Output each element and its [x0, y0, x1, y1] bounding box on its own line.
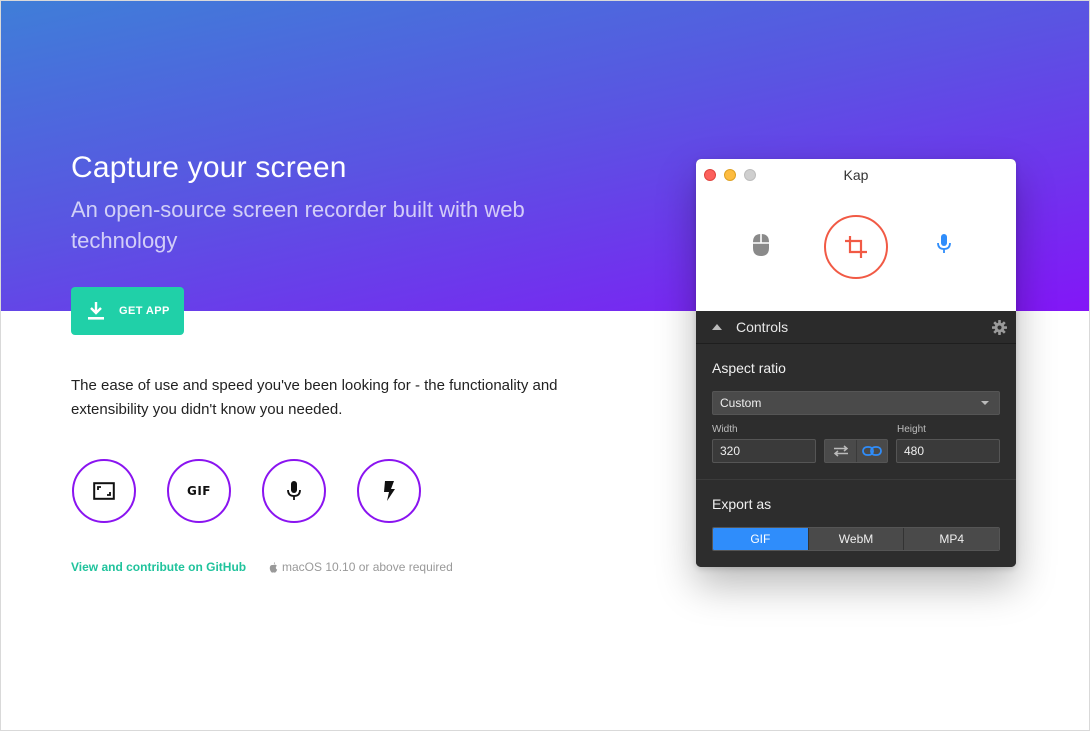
gif-icon: GIF: [186, 484, 211, 498]
gear-icon[interactable]: [992, 320, 1007, 335]
crop-icon: [845, 236, 867, 258]
page-subtitle: An open-source screen recorder built wit…: [71, 197, 525, 253]
height-label: Height: [897, 424, 926, 435]
mouse-icon: [753, 234, 769, 256]
link-icon: [862, 446, 882, 456]
window-title: Kap: [843, 167, 869, 183]
controls-label: Controls: [736, 319, 789, 335]
export-as-label: Export as: [712, 496, 772, 512]
aspect-ratio-label: Aspect ratio: [712, 360, 786, 376]
microphone-toggle-button[interactable]: [936, 233, 952, 255]
width-input[interactable]: 320: [712, 439, 816, 463]
github-link[interactable]: View and contribute on GitHub: [71, 560, 246, 574]
feature-lightning: [357, 459, 421, 523]
get-app-label: GET APP: [119, 305, 170, 317]
page: Capture your screen An open-source scree…: [0, 0, 1090, 731]
dimension-tools: [824, 439, 888, 463]
caret-up-icon: [712, 324, 722, 330]
crop-mode-button[interactable]: [824, 215, 888, 279]
link-dimensions-button[interactable]: [856, 440, 887, 462]
height-input[interactable]: 480: [896, 439, 1000, 463]
apple-icon: [269, 561, 278, 573]
export-mp4-option[interactable]: MP4: [903, 528, 999, 550]
export-webm-option[interactable]: WebM: [807, 528, 904, 550]
chevron-down-icon: [981, 401, 989, 405]
feature-aspect-ratio: [72, 459, 136, 523]
swap-dimensions-button[interactable]: [825, 440, 856, 462]
tagline: The ease of use and speed you've been lo…: [71, 377, 558, 418]
aspect-ratio-value: Custom: [720, 396, 762, 410]
mouse-mode-button[interactable]: [752, 233, 770, 257]
divider: [696, 479, 1016, 480]
feature-microphone: [262, 459, 326, 523]
requirement-note: macOS 10.10 or above required: [269, 560, 453, 574]
kap-window: Kap Controls Aspect ratio Custom Width H…: [696, 159, 1016, 567]
lightning-icon: [384, 481, 395, 501]
aspect-ratio-select[interactable]: Custom: [712, 391, 1000, 415]
controls-toggle[interactable]: Controls: [696, 311, 1016, 344]
microphone-icon: [937, 234, 951, 253]
microphone-icon: [287, 481, 301, 500]
feature-gif: GIF: [167, 459, 231, 523]
export-gif-option[interactable]: GIF: [713, 528, 808, 550]
aspect-ratio-icon: [93, 482, 115, 500]
get-app-button[interactable]: GET APP: [71, 287, 184, 335]
page-title: Capture your screen: [71, 151, 347, 184]
download-icon: [88, 302, 104, 320]
kap-titlebar-area: Kap: [696, 159, 1016, 311]
swap-icon: [833, 445, 848, 457]
controls-panel: Aspect ratio Custom Width Height 320 480…: [696, 344, 1016, 567]
width-label: Width: [712, 424, 738, 435]
requirement-text: macOS 10.10 or above required: [282, 560, 453, 574]
export-format-selector: GIF WebM MP4: [712, 527, 1000, 551]
